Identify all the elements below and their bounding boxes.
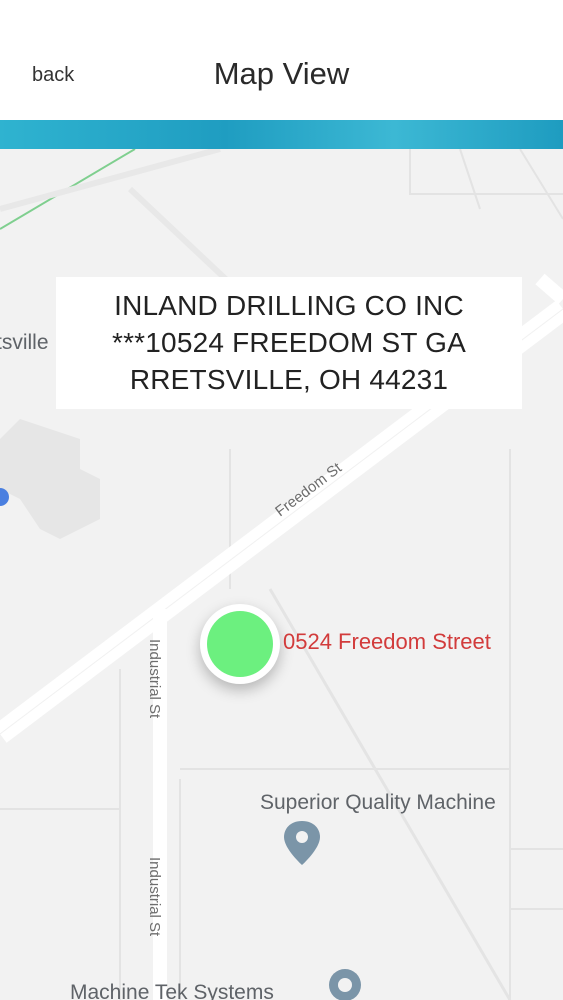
- place-label-machine-tek: Machine Tek Systems: [70, 981, 274, 1000]
- location-info-card: INLAND DRILLING CO INC ***10524 FREEDOM …: [56, 277, 522, 409]
- marker-label: 0524 Freedom Street: [283, 629, 491, 654]
- accent-bar: [0, 120, 563, 149]
- location-marker[interactable]: [200, 604, 280, 684]
- poi-pin-icon[interactable]: [329, 969, 361, 1000]
- road-label-industrial-st-lower: Industrial St: [146, 857, 163, 937]
- company-name: INLAND DRILLING CO INC: [114, 290, 464, 321]
- page-title: Map View: [213, 56, 350, 91]
- poi-pin-icon[interactable]: [284, 821, 320, 865]
- road-label-industrial-st-upper: Industrial St: [146, 639, 163, 719]
- address-line-2: RRETSVILLE, OH 44231: [129, 364, 449, 395]
- location-marker-dot: [207, 611, 273, 677]
- place-label-superior: Superior Quality Machine: [260, 791, 496, 814]
- place-label-left-edge: tsville: [0, 331, 49, 354]
- map-view[interactable]: Freedom St Industrial St Industrial St t…: [0, 149, 563, 1000]
- app-header: back Map View: [0, 0, 563, 120]
- address-line-1: ***10524 FREEDOM ST GA: [111, 327, 467, 358]
